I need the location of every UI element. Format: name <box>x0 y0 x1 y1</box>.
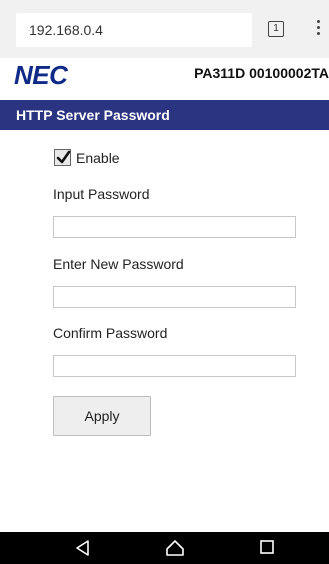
section-title: HTTP Server Password <box>0 100 329 130</box>
android-nav-bar <box>0 532 329 564</box>
nec-logo: NEC <box>14 60 68 90</box>
new-password-field[interactable] <box>53 286 296 308</box>
tab-switcher-icon[interactable]: 1 <box>268 21 284 37</box>
enable-label: Enable <box>76 150 120 166</box>
browser-toolbar: 192.168.0.4 1 <box>0 0 329 58</box>
recents-square-icon[interactable] <box>259 539 275 555</box>
input-password-field[interactable] <box>53 216 296 238</box>
enable-checkbox[interactable] <box>54 149 71 166</box>
checkmark-icon <box>56 150 71 164</box>
model-id: PA311D 00100002TA <box>194 65 329 81</box>
home-icon[interactable] <box>165 539 185 557</box>
address-bar[interactable]: 192.168.0.4 <box>16 13 252 47</box>
new-password-label: Enter New Password <box>53 256 184 272</box>
confirm-password-field[interactable] <box>53 355 296 377</box>
input-password-label: Input Password <box>53 186 150 202</box>
overflow-menu-icon[interactable] <box>315 17 321 41</box>
apply-button[interactable]: Apply <box>53 396 151 436</box>
back-triangle-icon[interactable] <box>74 539 92 557</box>
confirm-password-label: Confirm Password <box>53 325 168 341</box>
